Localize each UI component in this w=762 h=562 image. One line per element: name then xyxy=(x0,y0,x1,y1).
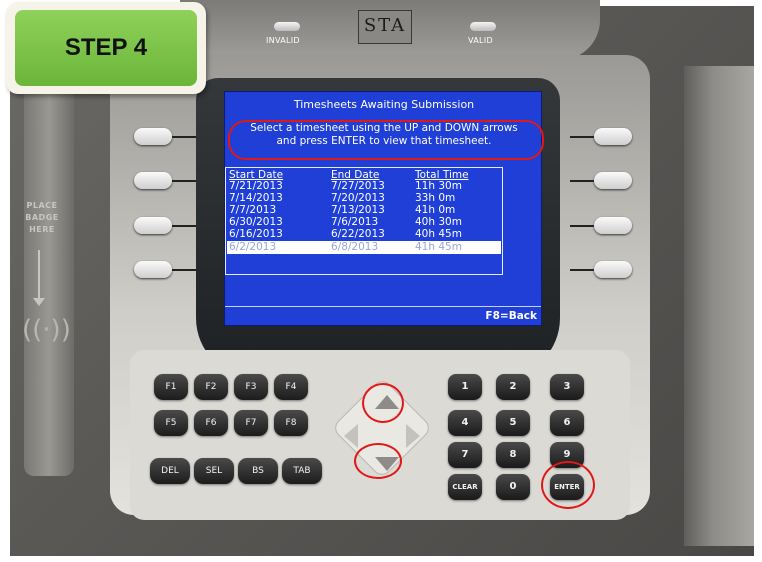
f8-button[interactable]: F8 xyxy=(274,410,308,436)
badge-text-line: HERE xyxy=(29,225,55,234)
timesheet-table: Start Date End Date Total Time 7/21/2013… xyxy=(225,167,503,275)
right-arrow-button[interactable] xyxy=(406,424,420,448)
key-4-button[interactable]: 4 xyxy=(448,410,482,436)
instruction-highlight xyxy=(228,120,544,160)
step-badge: STEP 4 xyxy=(6,2,206,94)
soft-key-right-1[interactable] xyxy=(594,128,632,145)
soft-key-left-1[interactable] xyxy=(134,128,172,145)
soft-key-left-3[interactable] xyxy=(134,217,172,234)
down-arrow-icon xyxy=(33,250,45,306)
soft-key-line xyxy=(570,269,594,271)
footer-divider xyxy=(225,306,541,307)
f3-button[interactable]: F3 xyxy=(234,374,268,400)
key-1-button[interactable]: 1 xyxy=(448,374,482,400)
sel-button[interactable]: SEL xyxy=(194,458,234,484)
badge-text-line: PLACE xyxy=(26,201,58,210)
down-arrow-highlight xyxy=(354,443,402,479)
badge-instruction: PLACE BADGE HERE xyxy=(20,200,64,236)
del-button[interactable]: DEL xyxy=(150,458,190,484)
key-8-button[interactable]: 8 xyxy=(496,442,530,468)
cell-start-date: 6/2/2013 xyxy=(229,241,277,253)
clear-button[interactable]: CLEAR xyxy=(448,474,482,500)
soft-key-right-3[interactable] xyxy=(594,217,632,234)
soft-key-line xyxy=(172,136,196,138)
badge-text-line: BADGE xyxy=(25,213,59,222)
soft-key-line xyxy=(172,225,196,227)
invalid-led-icon xyxy=(274,22,300,31)
cell-total-time: 40h 45m xyxy=(415,228,462,240)
key-5-button[interactable]: 5 xyxy=(496,410,530,436)
key-3-button[interactable]: 3 xyxy=(550,374,584,400)
left-arrow-button[interactable] xyxy=(344,424,358,448)
enter-highlight xyxy=(541,461,595,509)
right-side-panel xyxy=(684,66,754,546)
sta-logo: STA xyxy=(358,10,412,44)
table-row-selected[interactable]: 6/2/2013 6/8/2013 41h 45m xyxy=(227,241,501,254)
valid-label: VALID xyxy=(468,36,493,45)
f7-button[interactable]: F7 xyxy=(234,410,268,436)
f6-button[interactable]: F6 xyxy=(194,410,228,436)
cell-end-date: 6/22/2013 xyxy=(331,228,385,240)
up-arrow-highlight xyxy=(362,383,404,423)
f4-button[interactable]: F4 xyxy=(274,374,308,400)
valid-led-icon xyxy=(470,22,496,31)
soft-key-line xyxy=(172,269,196,271)
soft-key-left-2[interactable] xyxy=(134,172,172,189)
screen-title: Timesheets Awaiting Submission xyxy=(293,98,475,111)
soft-key-right-4[interactable] xyxy=(594,261,632,278)
key-2-button[interactable]: 2 xyxy=(496,374,530,400)
key-6-button[interactable]: 6 xyxy=(550,410,584,436)
f5-button[interactable]: F5 xyxy=(154,410,188,436)
bs-button[interactable]: BS xyxy=(238,458,278,484)
step-label: STEP 4 xyxy=(64,34,148,61)
cell-total-time: 41h 45m xyxy=(415,241,462,253)
key-0-button[interactable]: 0 xyxy=(496,474,530,500)
f2-button[interactable]: F2 xyxy=(194,374,228,400)
soft-key-left-4[interactable] xyxy=(134,261,172,278)
soft-key-line xyxy=(172,180,196,182)
soft-key-line xyxy=(570,136,594,138)
cell-start-date: 6/16/2013 xyxy=(229,228,283,240)
invalid-label: INVALID xyxy=(266,36,300,45)
key-7-button[interactable]: 7 xyxy=(448,442,482,468)
table-row[interactable]: 6/16/2013 6/22/2013 40h 45m xyxy=(227,228,501,241)
rfid-waves-icon: ((·)) xyxy=(22,315,71,345)
soft-key-line xyxy=(570,225,594,227)
back-hint: F8=Back xyxy=(485,310,537,322)
tab-button[interactable]: TAB xyxy=(282,458,322,484)
badge-reader-strip xyxy=(24,76,74,476)
step-badge-inner: STEP 4 xyxy=(15,10,197,86)
cell-end-date: 6/8/2013 xyxy=(331,241,379,253)
soft-key-line xyxy=(570,180,594,182)
f1-button[interactable]: F1 xyxy=(154,374,188,400)
soft-key-right-2[interactable] xyxy=(594,172,632,189)
